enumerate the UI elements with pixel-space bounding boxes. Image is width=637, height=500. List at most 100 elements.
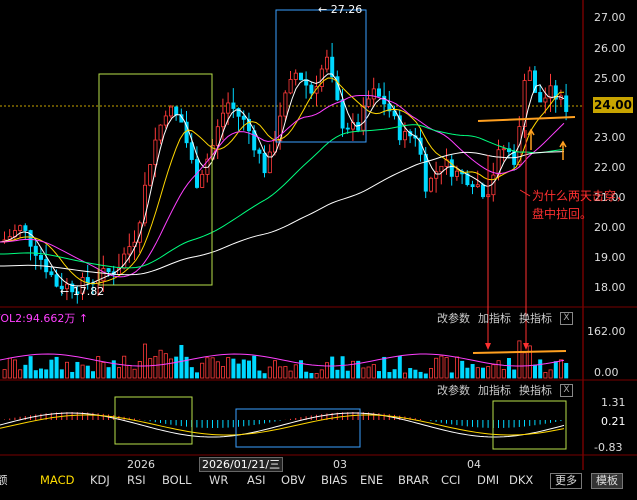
volume-bar: [153, 355, 158, 379]
candle-body: [475, 184, 480, 188]
tab-kdj[interactable]: KDJ: [90, 472, 110, 488]
volume-bar: [142, 343, 147, 379]
highlight-box: [114, 396, 193, 445]
ma10-line: [0, 77, 565, 285]
up-arrow-icon: [527, 128, 535, 150]
volume-bar: [397, 356, 402, 379]
candle-body: [174, 106, 179, 116]
add-indicator-button[interactable]: 加指标: [478, 384, 511, 397]
tab-ene[interactable]: ENE: [360, 472, 383, 488]
chart-canvas: [0, 0, 637, 470]
volume-bar: [486, 366, 491, 379]
volume-bar: [559, 359, 564, 379]
volume-bar: [371, 364, 376, 379]
volume-bar: [491, 364, 496, 379]
volume-bar: [345, 370, 350, 379]
ma120-line: [0, 151, 565, 276]
candle-body: [402, 131, 407, 141]
volume-bar: [361, 367, 366, 379]
tab-bias[interactable]: BIAS: [321, 472, 347, 488]
up-arrow-icon: [559, 140, 567, 160]
high-marker: ← 27.26: [318, 3, 363, 16]
volume-bar: [75, 361, 80, 379]
tab-dmi[interactable]: DMI: [477, 472, 499, 488]
candle-body: [288, 79, 293, 94]
candle-body: [423, 153, 428, 192]
price-tick: 19.00: [594, 251, 626, 264]
price-tick: 26.00: [594, 42, 626, 55]
volume-bar: [564, 362, 569, 379]
volume-bar: [366, 366, 371, 379]
volume-bar: [252, 355, 257, 379]
candle-body: [39, 255, 44, 260]
volume-bar: [283, 366, 288, 379]
add-indicator-button[interactable]: 加指标: [478, 312, 511, 325]
candle-body: [449, 159, 454, 177]
tab-macd[interactable]: MACD: [40, 472, 74, 488]
volume-label: VOL2:94.662万 ↑: [0, 312, 88, 325]
change-params-button[interactable]: 改参数: [437, 312, 470, 325]
annotation-line-2: 盘中拉回。: [532, 207, 593, 221]
volume-bar: [205, 357, 210, 379]
volume-bar: [465, 367, 470, 379]
tab-boll[interactable]: BOLL: [162, 472, 192, 488]
volume-bar: [382, 356, 387, 379]
volume-bar: [91, 371, 96, 379]
macd-tick: 0.21: [601, 415, 626, 428]
volume-bar: [553, 361, 558, 379]
volume-bar: [330, 356, 335, 379]
volume-bar: [470, 364, 475, 379]
volume-bar: [533, 364, 538, 379]
candle-body: [480, 184, 485, 198]
volume-bar: [449, 372, 454, 379]
more-button[interactable]: 更多: [550, 473, 582, 489]
candle-body: [168, 106, 173, 117]
annotation-line-1: 为什么两天击穿，: [532, 189, 629, 203]
candle-body: [501, 148, 506, 151]
volume-bar: [49, 359, 54, 379]
volume-tick: 162.00: [587, 325, 626, 338]
candle-body: [340, 99, 345, 129]
annotation-arrowhead: [485, 343, 491, 350]
tab-brar[interactable]: BRAR: [398, 472, 429, 488]
volume-bar: [236, 363, 241, 379]
candle-body: [262, 152, 267, 174]
change-params-button[interactable]: 改参数: [437, 384, 470, 397]
support-line: [472, 350, 567, 354]
tab-asi[interactable]: ASI: [247, 472, 266, 488]
tab-wr[interactable]: WR: [209, 472, 228, 488]
tab-cci[interactable]: CCI: [441, 472, 460, 488]
tab-obv[interactable]: OBV: [281, 472, 305, 488]
candle-body: [28, 230, 33, 247]
volume-bar: [28, 356, 33, 379]
macd-tick: -0.83: [594, 441, 623, 454]
volume-bar: [163, 353, 168, 379]
volume-bar: [122, 355, 127, 379]
volume-bar: [96, 356, 101, 379]
volume-bar: [80, 364, 85, 379]
volume-bar: [132, 368, 137, 379]
close-icon[interactable]: X: [560, 312, 573, 325]
low-value: 17.82: [72, 285, 105, 298]
tab-rsi[interactable]: RSI: [127, 472, 146, 488]
volume-bar: [319, 369, 324, 379]
template-button[interactable]: 模板: [591, 473, 623, 489]
volume-bar: [101, 362, 106, 379]
volume-bar: [44, 369, 49, 379]
tab-dkx[interactable]: DKX: [509, 472, 533, 488]
candle-body: [267, 151, 272, 174]
volume-bar: [548, 369, 553, 379]
volume-bar: [512, 369, 517, 379]
swap-indicator-button[interactable]: 换指标: [519, 312, 552, 325]
annotation-pointer: [519, 189, 531, 197]
tab-amount[interactable]: 额: [0, 472, 8, 488]
volume-bar: [158, 349, 163, 379]
swap-indicator-button[interactable]: 换指标: [519, 384, 552, 397]
volume-bar: [293, 364, 298, 379]
volume-bar: [496, 360, 501, 379]
candle-body: [241, 115, 246, 120]
candle-body: [153, 139, 158, 165]
close-icon[interactable]: X: [560, 384, 573, 397]
candle-body: [23, 225, 28, 231]
volume-bar: [127, 365, 132, 379]
